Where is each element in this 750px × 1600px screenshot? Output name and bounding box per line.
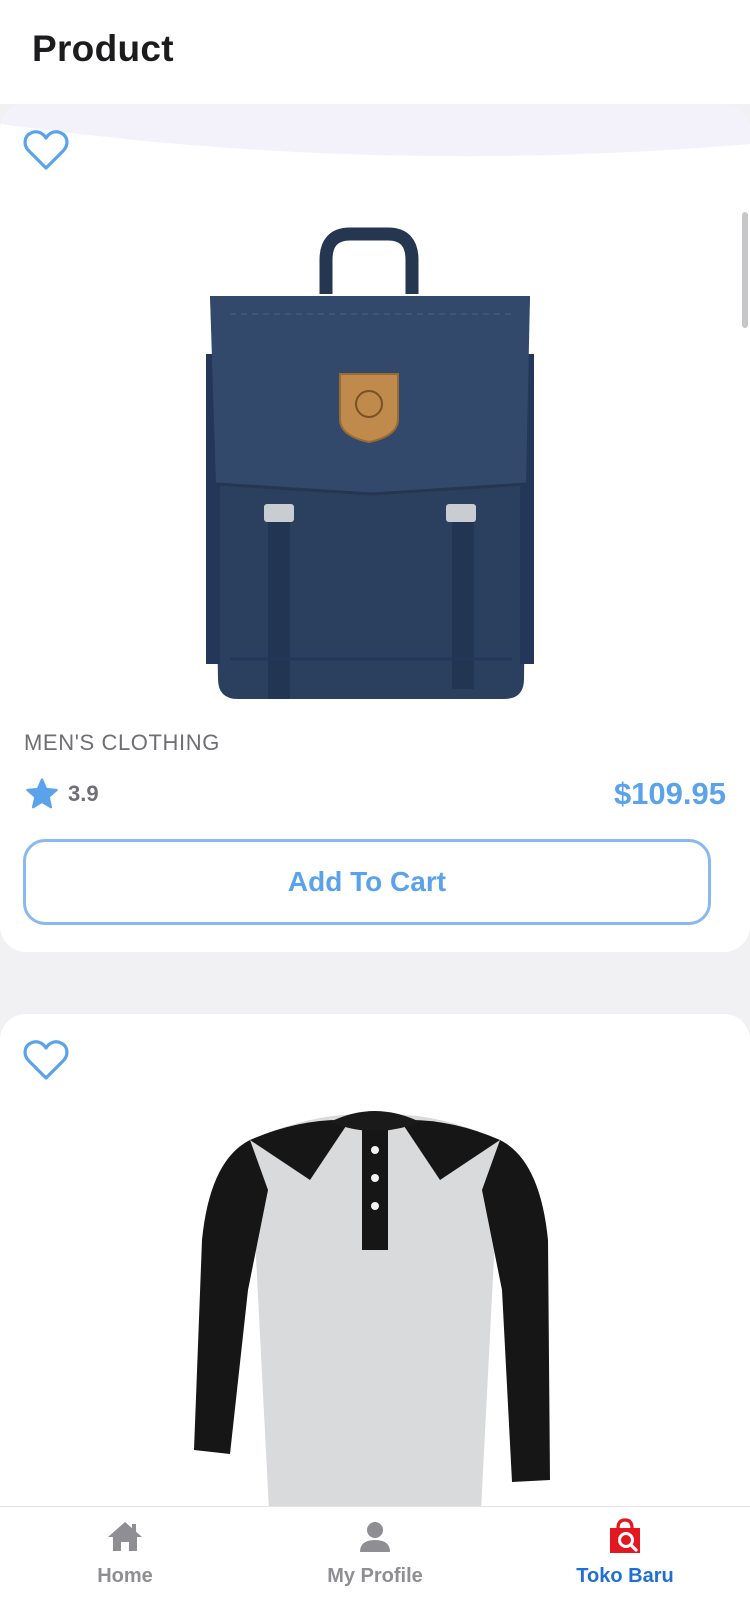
favorite-heart-icon[interactable]	[22, 128, 70, 172]
add-to-cart-button[interactable]: Add To Cart	[23, 839, 711, 925]
product-rating: 3.9	[24, 774, 99, 814]
product-card[interactable]: MEN'S CLOTHING 3.9 $109.95 Add To Cart	[0, 104, 750, 952]
app-screen: Product MEN'S CLOTHING 3.9 $109.95 Add T…	[0, 0, 750, 1600]
henley-shirt-product-image[interactable]	[190, 1070, 560, 1506]
scrollbar[interactable]	[742, 212, 748, 328]
tab-home-label: Home	[97, 1565, 153, 1587]
tab-my-profile[interactable]: My Profile	[250, 1507, 500, 1600]
home-icon	[108, 1522, 142, 1551]
card-header-wave	[0, 104, 750, 157]
page-title: Product	[32, 28, 174, 69]
person-icon	[360, 1522, 390, 1552]
backpack-product-image[interactable]	[190, 164, 560, 764]
product-category: MEN'S CLOTHING	[24, 730, 220, 755]
star-icon	[26, 778, 58, 809]
app-header: Product	[0, 0, 750, 104]
bottom-tab-bar: Home My Profile Toko Baru	[0, 1506, 750, 1600]
product-price: $109.95	[613, 776, 726, 811]
favorite-heart-icon[interactable]	[22, 1038, 70, 1082]
rating-value: 3.9	[68, 781, 99, 806]
tab-toko-baru-label: Toko Baru	[576, 1565, 674, 1587]
tab-home[interactable]: Home	[0, 1507, 250, 1600]
tab-my-profile-label: My Profile	[327, 1565, 423, 1587]
product-card[interactable]	[0, 1014, 750, 1506]
tab-toko-baru[interactable]: Toko Baru	[500, 1507, 750, 1600]
product-list[interactable]: MEN'S CLOTHING 3.9 $109.95 Add To Cart	[0, 104, 750, 1506]
shopping-bag-search-icon	[610, 1518, 640, 1553]
